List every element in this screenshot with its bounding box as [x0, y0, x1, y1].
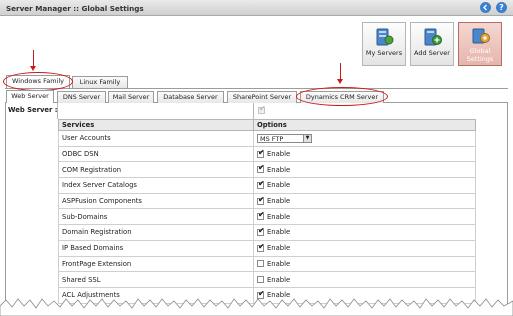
table-row: Index Server Catalogs ✔ Enable [58, 177, 476, 194]
tab-linux-family[interactable]: Linux Family [72, 76, 128, 88]
global-settings-label-line1: Global [469, 47, 491, 55]
annotation-arrow-right [340, 63, 341, 80]
services-table: Services Options User Accounts MS FTP ▼ … [58, 119, 476, 304]
family-tabs-baseline [5, 88, 508, 89]
enable-checkbox[interactable]: ✔ [257, 194, 265, 205]
torn-edge-decoration [0, 298, 513, 316]
service-name: IP Based Domains [58, 239, 254, 257]
table-row: Shared SSL Enable [58, 271, 476, 288]
checkmark-icon: ✔ [258, 163, 265, 173]
service-option: ✔ Enable [253, 208, 476, 226]
enable-checkbox[interactable]: ✔ [257, 210, 265, 221]
enable-label: Enable [267, 165, 291, 174]
table-row: User Accounts MS FTP ▼ [58, 130, 476, 147]
service-name: FrontPage Extension [58, 255, 254, 273]
table-row: Sub-Domains ✔ Enable [58, 208, 476, 226]
enable-label: Enable [267, 228, 291, 237]
table-row: ASPFusion Components ✔ Enable [58, 192, 476, 210]
table-row: COM Registration ✔ Enable [58, 161, 476, 179]
help-icon[interactable]: ? [496, 2, 507, 13]
enable-checkbox[interactable] [257, 276, 264, 284]
enable-checkbox[interactable]: ✔ [257, 163, 265, 174]
global-settings-label-line2: Settings [466, 55, 494, 63]
web-server-row-divider-2 [253, 103, 254, 119]
table-row: IP Based Domains ✔ Enable [58, 239, 476, 257]
web-server-row-divider [57, 103, 58, 119]
window-titlebar: Server Manager :: Global Settings ? [0, 0, 513, 16]
my-servers-label: My Servers [365, 49, 403, 57]
enable-label: Enable [267, 244, 291, 253]
service-option: ✔ Enable [253, 192, 476, 210]
service-name: ODBC DSN [58, 145, 254, 163]
service-option: Enable [253, 255, 476, 273]
annotation-arrowhead-left [30, 66, 36, 71]
enable-label: Enable [267, 150, 291, 159]
tab-web-server-label: Web Server [11, 92, 49, 100]
service-option: ✔ Enable [253, 161, 476, 179]
enable-label: Enable [267, 181, 291, 190]
add-server-icon [424, 28, 442, 46]
back-icon[interactable] [480, 2, 491, 13]
enable-checkbox[interactable]: ✔ [257, 241, 265, 252]
checkmark-icon: ✔ [258, 210, 265, 220]
header-options: Options [253, 119, 476, 131]
tab-database-server-label: Database Server [163, 93, 218, 101]
checkmark-icon: ✔ [258, 178, 265, 188]
service-option: ✔ Enable [253, 145, 476, 163]
service-name: Index Server Catalogs [58, 177, 254, 194]
service-option: ✔ Enable [253, 224, 476, 241]
enable-label: Enable [267, 259, 291, 268]
annotation-arrowhead-right [337, 79, 343, 84]
tab-linux-family-label: Linux Family [79, 78, 121, 86]
global-settings-icon [472, 28, 490, 44]
global-settings-button[interactable]: Global Settings [458, 22, 502, 66]
table-row: Domain Registration ✔ Enable [58, 224, 476, 241]
service-name: User Accounts [58, 130, 254, 147]
service-option: ✔ Enable [253, 239, 476, 257]
chevron-down-icon: ▼ [303, 134, 311, 142]
service-option: ✔ Enable [253, 177, 476, 194]
tab-sharepoint-server-label: SharePoint Server [232, 93, 292, 101]
annotation-arrow-left [33, 50, 34, 67]
user-accounts-select[interactable]: MS FTP ▼ [257, 133, 312, 143]
service-option: Enable [253, 271, 476, 288]
service-name: COM Registration [58, 161, 254, 179]
enable-label: Enable [267, 275, 291, 284]
web-server-label: Web Server : [8, 106, 58, 114]
annotation-circle-windows-family [3, 72, 73, 91]
enable-checkbox[interactable]: ✔ [257, 147, 265, 158]
my-servers-button[interactable]: My Servers [362, 22, 406, 66]
service-name: ASPFusion Components [58, 192, 254, 210]
table-row: ODBC DSN ✔ Enable [58, 145, 476, 163]
enable-checkbox[interactable]: ✔ [257, 178, 265, 189]
enable-label: Enable [267, 197, 291, 206]
checkmark-icon: ✔ [258, 241, 265, 251]
servers-icon [376, 28, 394, 46]
checkmark-icon: ✔ [258, 194, 265, 204]
enable-label: Enable [267, 212, 291, 221]
service-option: MS FTP ▼ [253, 130, 476, 147]
add-server-label: Add Server [414, 49, 450, 57]
header-services: Services [58, 119, 254, 131]
checkmark-icon: ✔ [258, 225, 265, 235]
tab-dns-server-label: DNS Server [62, 93, 101, 101]
user-accounts-select-value: MS FTP [260, 134, 284, 143]
checkmark-icon: ✔ [259, 104, 266, 113]
enable-checkbox[interactable]: ✔ [257, 225, 265, 236]
add-server-button[interactable]: Add Server [410, 22, 454, 66]
window-title: Server Manager :: Global Settings [6, 4, 144, 13]
enable-checkbox[interactable] [257, 260, 264, 268]
services-table-header: Services Options [58, 119, 476, 131]
service-name: Domain Registration [58, 224, 254, 241]
web-server-enable-checkbox[interactable]: ✔ [258, 104, 266, 114]
service-name: Sub-Domains [58, 208, 254, 226]
checkmark-icon: ✔ [258, 147, 265, 157]
table-row: FrontPage Extension Enable [58, 255, 476, 273]
tab-mail-server-label: Mail Server [112, 93, 150, 101]
service-name: Shared SSL [58, 271, 254, 288]
